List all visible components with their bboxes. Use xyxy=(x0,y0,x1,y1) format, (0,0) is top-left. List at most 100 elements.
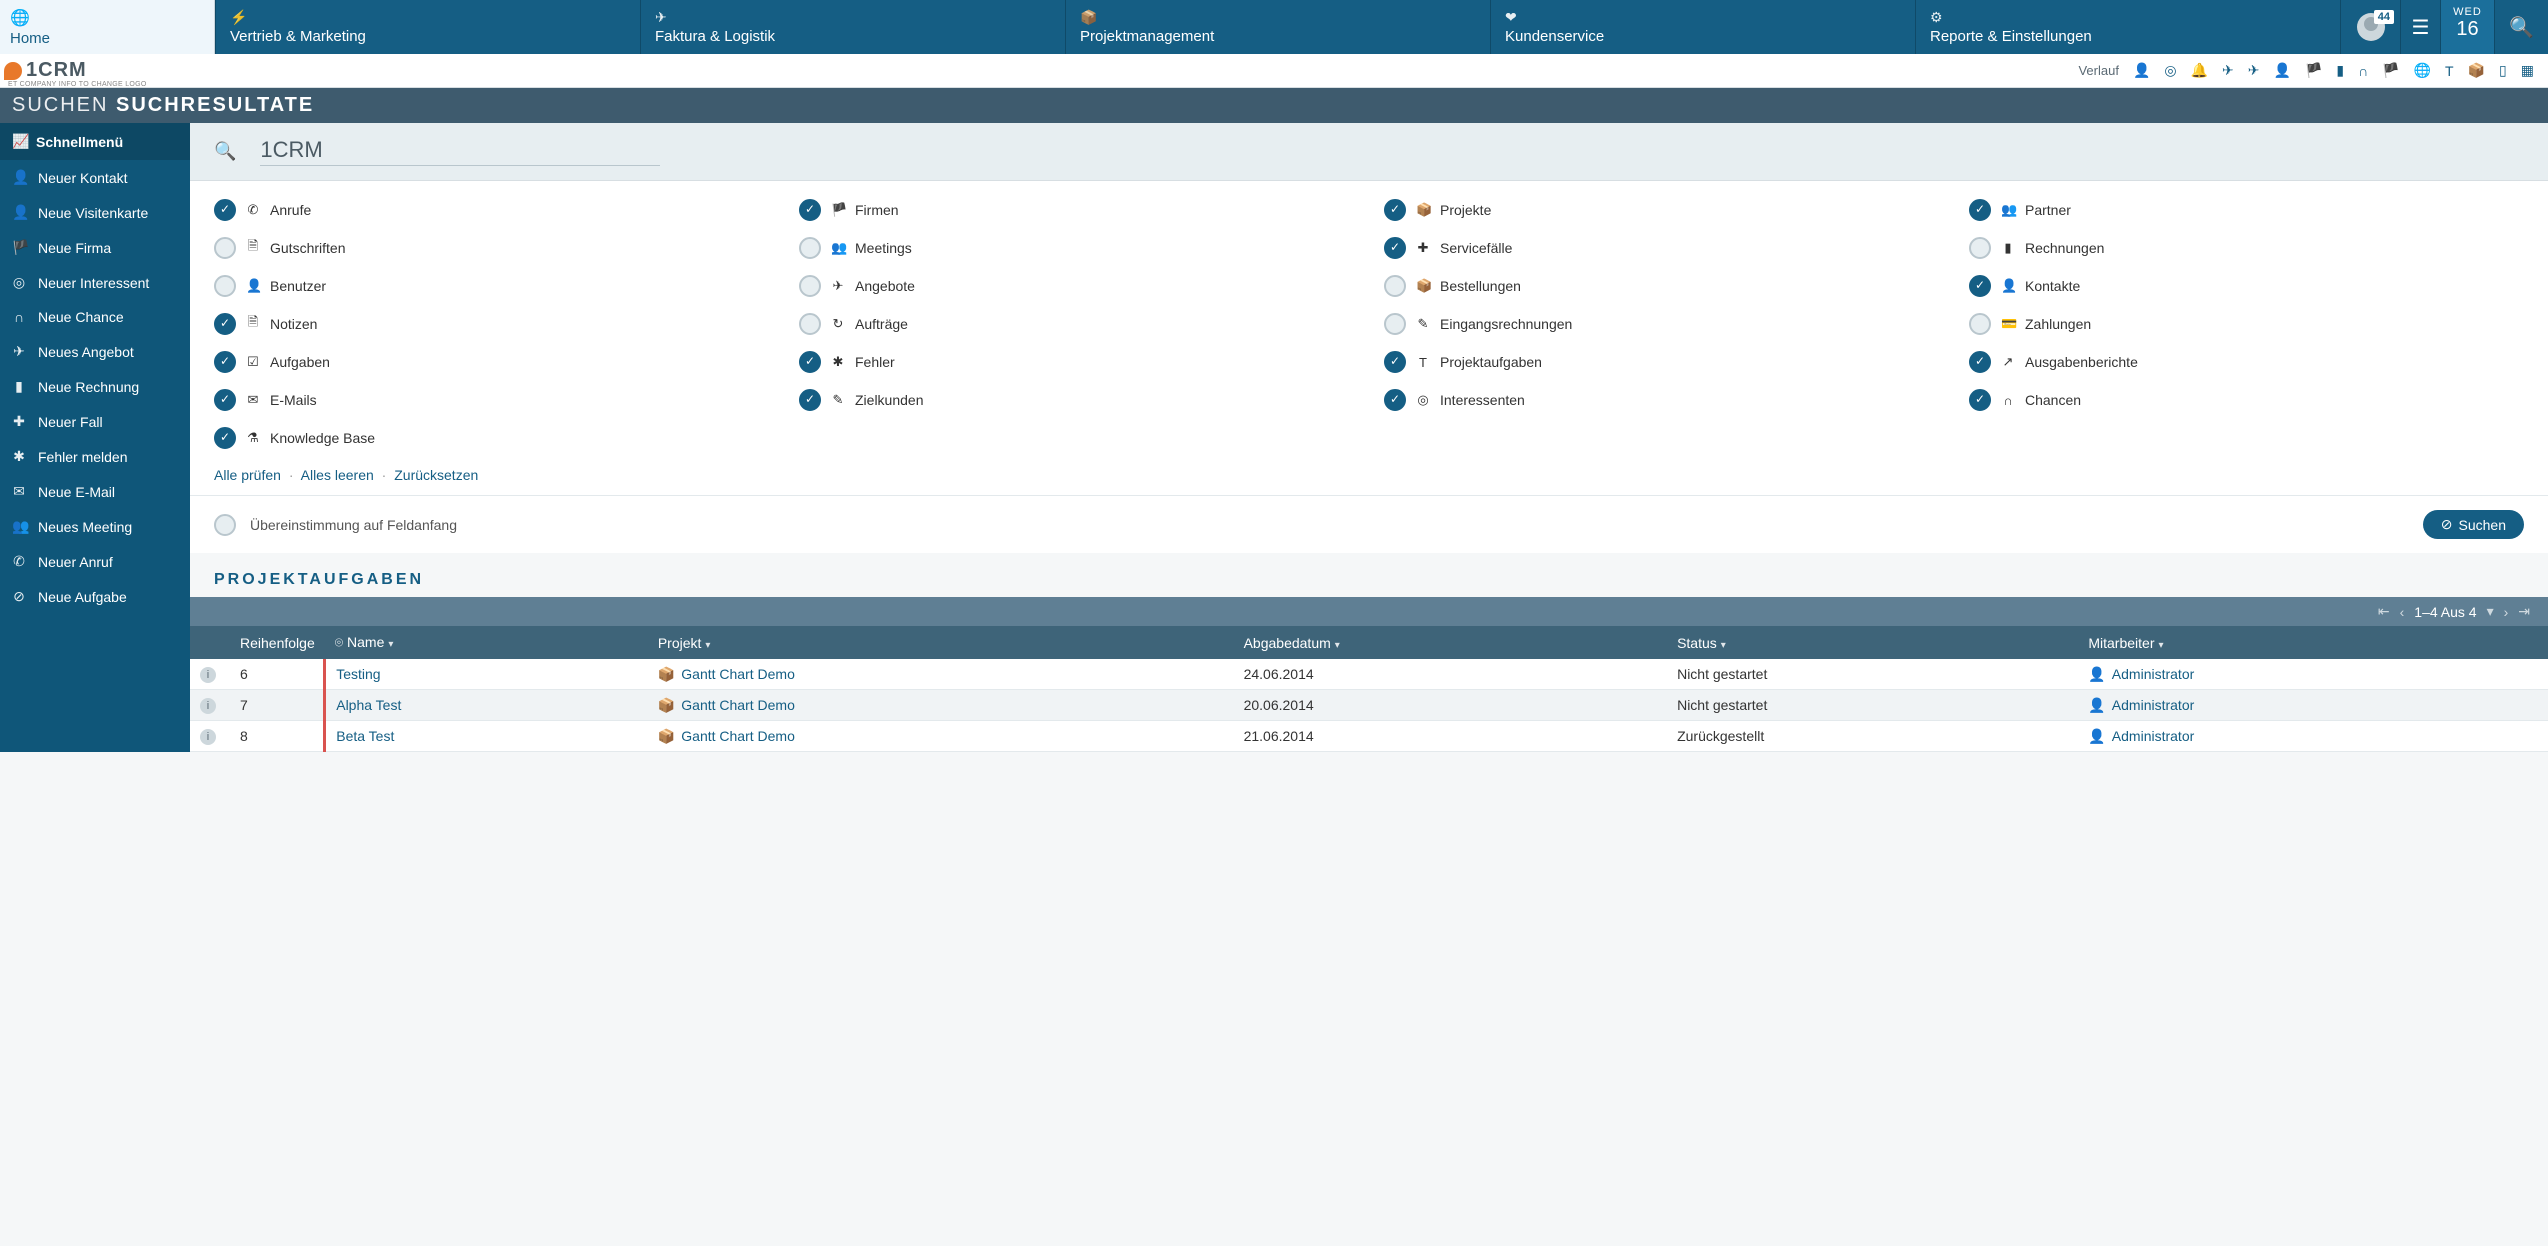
col-assignee[interactable]: Mitarbeiter xyxy=(2088,635,2154,651)
sidebar-item-neue-e-mail[interactable]: ✉Neue E-Mail xyxy=(0,474,190,509)
sidebar-item-neue-rechnung[interactable]: ▮Neue Rechnung xyxy=(0,369,190,404)
history-text-icon[interactable]: T xyxy=(2445,63,2454,79)
filter-bestellungen[interactable]: 📦Bestellungen xyxy=(1384,275,1939,297)
filter-kontakte[interactable]: 👤Kontakte xyxy=(1969,275,2524,297)
nav-vertrieb-marketing[interactable]: ⚡Vertrieb & Marketing xyxy=(215,0,640,54)
app-logo[interactable]: 1CRM ET COMPANY INFO TO CHANGE LOGO xyxy=(0,54,215,87)
filter-zahlungen[interactable]: 💳Zahlungen xyxy=(1969,313,2524,335)
match-start-checkbox[interactable] xyxy=(214,514,236,536)
filter-checkbox[interactable] xyxy=(214,199,236,221)
history-bell-icon[interactable]: 🔔 xyxy=(2191,62,2208,79)
check-all-link[interactable]: Alle prüfen xyxy=(214,467,281,483)
filter-checkbox[interactable] xyxy=(1969,351,1991,373)
filter-eingangsrechnungen[interactable]: ✎Eingangsrechnungen xyxy=(1384,313,1939,335)
nav-home[interactable]: 🌐 Home xyxy=(0,0,215,54)
filter-checkbox[interactable] xyxy=(799,275,821,297)
sidebar-item-neuer-interessent[interactable]: ◎Neuer Interessent xyxy=(0,265,190,300)
nav-reporte-einstellungen[interactable]: ⚙Reporte & Einstellungen xyxy=(1915,0,2340,54)
cell-project-link[interactable]: Gantt Chart Demo xyxy=(681,697,795,713)
filter-checkbox[interactable] xyxy=(214,237,236,259)
filter-rechnungen[interactable]: ▮Rechnungen xyxy=(1969,237,2524,259)
filter-checkbox[interactable] xyxy=(1969,389,1991,411)
cell-name-link[interactable]: Testing xyxy=(336,666,380,682)
page-next-icon[interactable]: › xyxy=(2504,604,2509,620)
reset-link[interactable]: Zurücksetzen xyxy=(394,467,478,483)
page-last-icon[interactable]: ⇥ xyxy=(2518,603,2530,620)
nav-kundenservice[interactable]: ❤Kundenservice xyxy=(1490,0,1915,54)
sidebar-item-fehler-melden[interactable]: ✱Fehler melden xyxy=(0,439,190,474)
filter-zielkunden[interactable]: ✎Zielkunden xyxy=(799,389,1354,411)
row-info-icon[interactable]: i xyxy=(200,667,216,683)
page-first-icon[interactable]: ⇤ xyxy=(2378,603,2390,620)
history-grid-icon[interactable]: ▦ xyxy=(2521,62,2534,79)
col-project[interactable]: Projekt xyxy=(658,635,702,651)
filter-checkbox[interactable] xyxy=(1384,313,1406,335)
history-stop-icon[interactable]: ▮ xyxy=(2336,62,2344,79)
page-dropdown-icon[interactable]: ▾ xyxy=(2487,603,2494,620)
nav-faktura-logistik[interactable]: ✈Faktura & Logistik xyxy=(640,0,1065,54)
filter-anrufe[interactable]: ✆Anrufe xyxy=(214,199,769,221)
nav-projektmanagement[interactable]: 📦Projektmanagement xyxy=(1065,0,1490,54)
col-name[interactable]: Name xyxy=(347,634,384,650)
filter-checkbox[interactable] xyxy=(1969,199,1991,221)
sidebar-item-neue-visitenkarte[interactable]: 👤Neue Visitenkarte xyxy=(0,195,190,230)
clear-all-link[interactable]: Alles leeren xyxy=(301,467,374,483)
filter-projekte[interactable]: 📦Projekte xyxy=(1384,199,1939,221)
filter-e-mails[interactable]: ✉E-Mails xyxy=(214,389,769,411)
filter-knowledge-base[interactable]: ⚗Knowledge Base xyxy=(214,427,769,449)
cell-assignee-link[interactable]: Administrator xyxy=(2112,697,2194,713)
filter-checkbox[interactable] xyxy=(214,313,236,335)
col-due[interactable]: Abgabedatum xyxy=(1244,635,1331,651)
history-arc-icon[interactable]: ∩ xyxy=(2358,63,2368,79)
filter-checkbox[interactable] xyxy=(1384,389,1406,411)
history-user-icon[interactable]: 👤 xyxy=(2133,62,2150,79)
search-input[interactable] xyxy=(260,137,660,166)
history-target-icon[interactable]: ◎ xyxy=(2164,62,2176,79)
filter-checkbox[interactable] xyxy=(214,275,236,297)
cell-name-link[interactable]: Alpha Test xyxy=(336,697,401,713)
table-row[interactable]: i6Testing📦Gantt Chart Demo24.06.2014Nich… xyxy=(190,659,2548,690)
filter-checkbox[interactable] xyxy=(1384,199,1406,221)
filter-checkbox[interactable] xyxy=(214,351,236,373)
sidebar-item-neuer-anruf[interactable]: ✆Neuer Anruf xyxy=(0,544,190,579)
filter-checkbox[interactable] xyxy=(799,237,821,259)
history-send2-icon[interactable]: ✈ xyxy=(2248,62,2260,79)
history-globe-icon[interactable]: 🌐 xyxy=(2414,62,2431,79)
filter-checkbox[interactable] xyxy=(1969,237,1991,259)
cell-project-link[interactable]: Gantt Chart Demo xyxy=(681,666,795,682)
filter-notizen[interactable]: 🗎Notizen xyxy=(214,313,769,335)
filter-benutzer[interactable]: 👤Benutzer xyxy=(214,275,769,297)
filter-checkbox[interactable] xyxy=(1384,275,1406,297)
user-avatar[interactable]: 44 xyxy=(2340,0,2400,54)
filter-checkbox[interactable] xyxy=(1384,351,1406,373)
row-info-icon[interactable]: i xyxy=(200,698,216,714)
filter-meetings[interactable]: 👥Meetings xyxy=(799,237,1354,259)
calendar-widget[interactable]: WED 16 xyxy=(2440,0,2494,54)
filter-fehler[interactable]: ✱Fehler xyxy=(799,351,1354,373)
table-row[interactable]: i8Beta Test📦Gantt Chart Demo21.06.2014Zu… xyxy=(190,721,2548,752)
sidebar-item-neues-meeting[interactable]: 👥Neues Meeting xyxy=(0,509,190,544)
table-row[interactable]: i7Alpha Test📦Gantt Chart Demo20.06.2014N… xyxy=(190,690,2548,721)
filter-projektaufgaben[interactable]: TProjektaufgaben xyxy=(1384,351,1939,373)
search-button[interactable]: ⊘ Suchen xyxy=(2423,510,2524,539)
filter-firmen[interactable]: 🏴Firmen xyxy=(799,199,1354,221)
sidebar-item-neue-aufgabe[interactable]: ⊘Neue Aufgabe xyxy=(0,579,190,614)
filter-checkbox[interactable] xyxy=(1969,313,1991,335)
history-flag-icon[interactable]: 🏴 xyxy=(2305,62,2322,79)
filter-partner[interactable]: 👥Partner xyxy=(1969,199,2524,221)
history-flag2-icon[interactable]: 🏴 xyxy=(2382,62,2399,79)
cell-assignee-link[interactable]: Administrator xyxy=(2112,666,2194,682)
history-person-icon[interactable]: 👤 xyxy=(2274,62,2291,79)
filter-ausgabenberichte[interactable]: ↗Ausgabenberichte xyxy=(1969,351,2524,373)
sidebar-item-neuer-kontakt[interactable]: 👤Neuer Kontakt xyxy=(0,160,190,195)
filter-gutschriften[interactable]: 🗎Gutschriften xyxy=(214,237,769,259)
global-search-icon[interactable]: 🔍 xyxy=(2494,0,2548,54)
filter-angebote[interactable]: ✈Angebote xyxy=(799,275,1354,297)
cell-name-link[interactable]: Beta Test xyxy=(336,728,394,744)
history-cube-icon[interactable]: 📦 xyxy=(2468,62,2485,79)
filter-checkbox[interactable] xyxy=(1384,237,1406,259)
history-send-icon[interactable]: ✈ xyxy=(2222,62,2234,79)
filter-checkbox[interactable] xyxy=(799,389,821,411)
col-order[interactable]: Reihenfolge xyxy=(240,635,315,651)
page-prev-icon[interactable]: ‹ xyxy=(2400,604,2405,620)
